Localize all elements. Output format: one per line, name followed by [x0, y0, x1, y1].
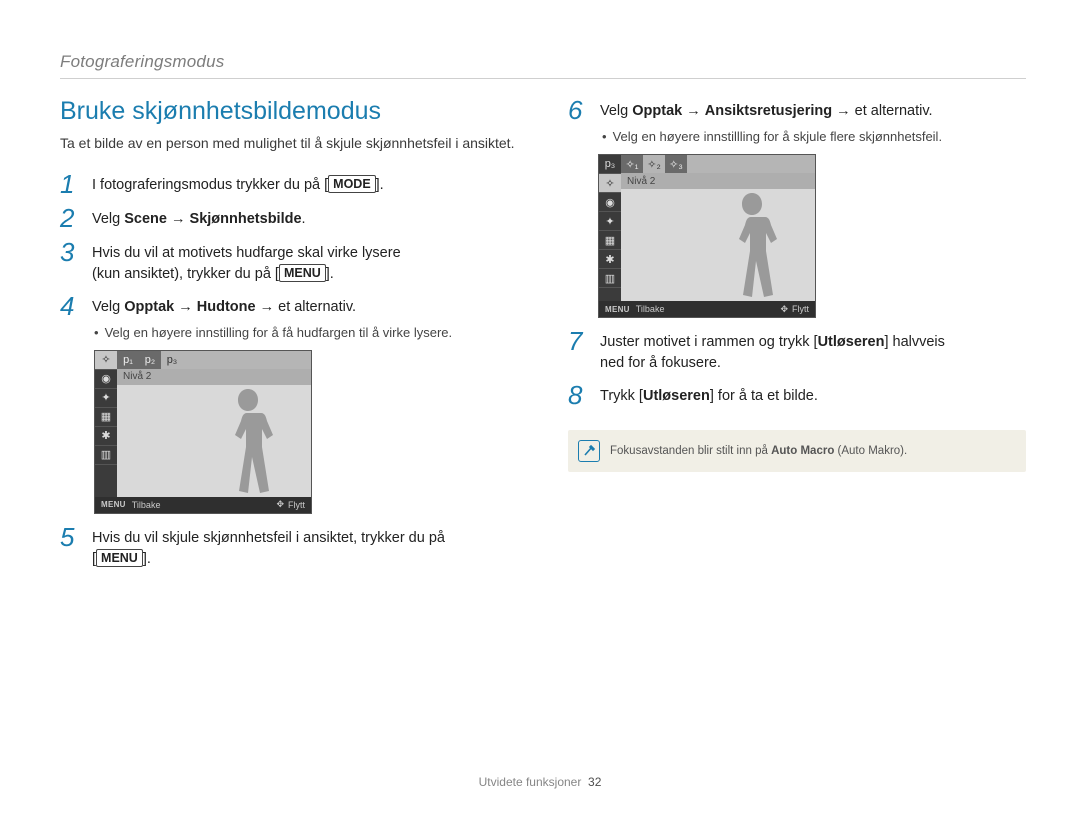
- tab-icon: ✧₃: [665, 155, 687, 173]
- divider: [60, 78, 1026, 79]
- tab-icon: ✧₁: [621, 155, 643, 173]
- quality-icon: ✱: [599, 250, 621, 269]
- step-body: I fotograferingsmodus trykker du på [MOD…: [92, 171, 384, 196]
- flash-off-icon: ✦: [95, 389, 117, 408]
- page-title: Bruke skjønnhetsbildemodus: [60, 97, 518, 126]
- step-4-subnote: Velg en høyere innstilling for å få hudf…: [94, 325, 518, 340]
- dpad-icon: ✥: [276, 499, 284, 510]
- screen-footer: MENU Tilbake ✥ Flytt: [599, 301, 815, 317]
- tab-icon-active: ✧₂: [643, 155, 665, 173]
- settings-icon: ▥: [95, 446, 117, 465]
- quality-icon: ✱: [95, 427, 117, 446]
- dpad-icon: ✥: [780, 304, 788, 315]
- step-1: 1 I fotograferingsmodus trykker du på [M…: [60, 171, 518, 197]
- camera-screen: p₃ ✧ ◉ ✦ ▦ ✱ ▥ ✧₁ ✧₂ ✧₃: [598, 154, 816, 318]
- step-number: 7: [568, 328, 594, 354]
- info-text: Fokusavstanden blir stilt inn på Auto Ma…: [610, 445, 907, 457]
- figure-face-tone: ✧ ◉ ✦ ▦ ✱ ▥ p₁ p₂ p₃: [94, 350, 310, 514]
- person-silhouette-icon: [213, 389, 283, 497]
- level-label: Nivå 2: [117, 369, 311, 385]
- flash-off-icon: ✦: [599, 212, 621, 231]
- face-tone-icon: p₃: [599, 155, 621, 174]
- resolution-icon: ▦: [599, 231, 621, 250]
- step-number: 3: [60, 239, 86, 265]
- menu-label: MENU: [101, 500, 126, 509]
- step-6-subnote: Velg en høyere innstillling for å skjule…: [602, 129, 1026, 144]
- person-silhouette-icon: [717, 193, 787, 301]
- move-label: Flytt: [792, 304, 809, 314]
- level-label: Nivå 2: [621, 173, 815, 189]
- tab-row: ✧₁ ✧₂ ✧₃: [621, 155, 815, 173]
- menu-button-label: MENU: [279, 264, 326, 282]
- step-2: 2 Velg Scene → Skjønnhetsbilde.: [60, 205, 518, 231]
- step-body: Velg Scene → Skjønnhetsbilde.: [92, 205, 306, 230]
- tab-icon-active: p₃: [161, 351, 183, 369]
- mode-button-label: MODE: [328, 175, 376, 193]
- intro-text: Ta et bilde av en person med mulighet ti…: [60, 134, 518, 153]
- step-3: 3 Hvis du vil at motivets hudfarge skal …: [60, 239, 518, 285]
- face-detection-icon: ◉: [95, 370, 117, 389]
- move-label: Flytt: [288, 500, 305, 510]
- left-column: Bruke skjønnhetsbildemodus Ta et bilde a…: [60, 97, 518, 576]
- menu-label: MENU: [605, 305, 630, 314]
- info-icon: [578, 440, 600, 462]
- face-retouch-icon: ✧: [599, 174, 621, 193]
- step-number: 6: [568, 97, 594, 123]
- step-5: 5 Hvis du vil skjule skjønnhetsfeil i an…: [60, 524, 518, 570]
- step-body: Velg Opptak → Hudtone → et alternativ.: [92, 293, 356, 318]
- sidebar-icons: ✧ ◉ ✦ ▦ ✱ ▥: [95, 351, 117, 497]
- step-number: 1: [60, 171, 86, 197]
- step-body: Trykk [Utløseren] for å ta et bilde.: [600, 382, 818, 407]
- step-body: Hvis du vil skjule skjønnhetsfeil i ansi…: [92, 524, 445, 570]
- tab-icon: p₁: [117, 351, 139, 369]
- resolution-icon: ▦: [95, 408, 117, 427]
- step-6: 6 Velg Opptak → Ansiktsretusjering → et …: [568, 97, 1026, 123]
- step-number: 4: [60, 293, 86, 319]
- back-label: Tilbake: [636, 304, 665, 314]
- step-body: Juster motivet i rammen og trykk [Utløse…: [600, 328, 945, 374]
- step-7: 7 Juster motivet i rammen og trykk [Utlø…: [568, 328, 1026, 374]
- step-number: 8: [568, 382, 594, 408]
- tab-icon: p₂: [139, 351, 161, 369]
- tab-row: p₁ p₂ p₃: [117, 351, 311, 369]
- step-number: 2: [60, 205, 86, 231]
- screen-footer: MENU Tilbake ✥ Flytt: [95, 497, 311, 513]
- settings-icon: ▥: [599, 269, 621, 288]
- step-body: Velg Opptak → Ansiktsretusjering → et al…: [600, 97, 933, 122]
- preview-area: [117, 385, 311, 497]
- menu-button-label: MENU: [96, 549, 143, 567]
- sidebar-icons: p₃ ✧ ◉ ✦ ▦ ✱ ▥: [599, 155, 621, 301]
- step-number: 5: [60, 524, 86, 550]
- back-label: Tilbake: [132, 500, 161, 510]
- section-header: Fotograferingsmodus: [60, 52, 1026, 72]
- right-column: 6 Velg Opptak → Ansiktsretusjering → et …: [568, 97, 1026, 576]
- step-8: 8 Trykk [Utløseren] for å ta et bilde.: [568, 382, 1026, 408]
- camera-screen: ✧ ◉ ✦ ▦ ✱ ▥ p₁ p₂ p₃: [94, 350, 312, 514]
- face-detection-icon: ◉: [599, 193, 621, 212]
- preview-area: [621, 189, 815, 301]
- page-footer: Utvidete funksjoner 32: [0, 775, 1080, 789]
- info-note: Fokusavstanden blir stilt inn på Auto Ma…: [568, 430, 1026, 472]
- face-tone-icon: ✧: [95, 351, 117, 370]
- step-body: Hvis du vil at motivets hudfarge skal vi…: [92, 239, 401, 285]
- step-4: 4 Velg Opptak → Hudtone → et alternativ.: [60, 293, 518, 319]
- figure-face-retouch: p₃ ✧ ◉ ✦ ▦ ✱ ▥ ✧₁ ✧₂ ✧₃: [598, 154, 814, 318]
